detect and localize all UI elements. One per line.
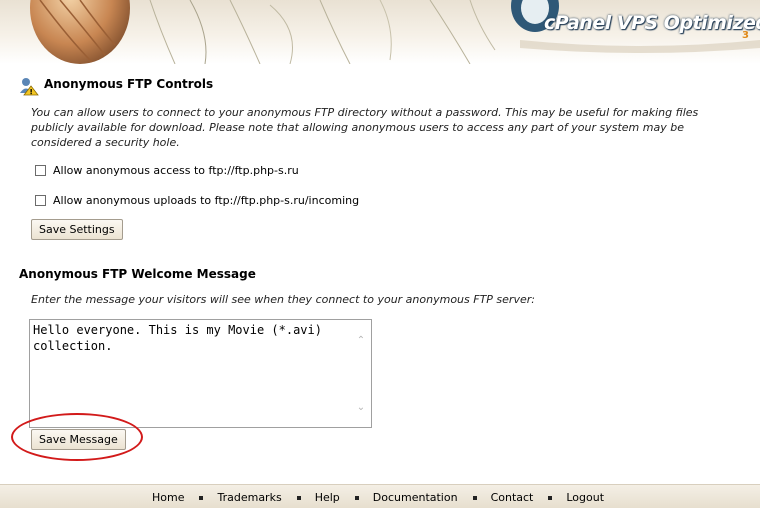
scroll-up-icon[interactable]: ⌃ [355,336,367,346]
anonymous-access-checkbox[interactable] [35,165,46,176]
anonymous-access-label: Allow anonymous access to ftp://ftp.php-… [53,164,299,177]
footer-separator [548,495,553,500]
brand-logo-text: cPanel VPS Optimized [544,12,760,34]
anonymous-uploads-checkbox[interactable] [35,195,46,206]
welcome-message-description: Enter the message your visitors will see… [31,293,535,306]
welcome-message-text: Hello everyone. This is my Movie (*.avi)… [33,323,330,353]
footer-bar: Home Trademarks Help Documentation Conta… [0,484,760,508]
welcome-message-title: Anonymous FTP Welcome Message [19,267,256,281]
footer-separator [472,495,477,500]
ftp-controls-title: Anonymous FTP Controls [44,77,214,91]
footer-link-documentation[interactable]: Documentation [373,491,458,504]
page-header: cPanel VPS Optimized 3 [0,0,760,64]
footer-link-trademarks[interactable]: Trademarks [217,491,281,504]
version-mark: 3 [742,30,749,41]
footer-link-home[interactable]: Home [152,491,184,504]
ftp-user-warning-icon [20,78,39,96]
save-settings-button[interactable]: Save Settings [31,219,123,240]
brand-prefix: cPanel [544,12,611,34]
welcome-message-textarea[interactable]: Hello everyone. This is my Movie (*.avi)… [29,319,372,428]
footer-link-logout[interactable]: Logout [566,491,604,504]
footer-separator [354,495,359,500]
footer-separator [296,495,301,500]
highlight-annotation [11,413,143,461]
anonymous-access-option[interactable]: Allow anonymous access to ftp://ftp.php-… [35,164,299,177]
brand-suffix: VPS Optimized [616,12,760,34]
footer-separator [199,495,204,500]
ftp-controls-description: You can allow users to connect to your a… [31,106,699,149]
anonymous-uploads-option[interactable]: Allow anonymous uploads to ftp://ftp.php… [35,194,359,207]
footer-link-help[interactable]: Help [315,491,340,504]
footer-link-contact[interactable]: Contact [491,491,534,504]
scroll-down-icon[interactable]: ⌄ [355,403,367,413]
anonymous-uploads-label: Allow anonymous uploads to ftp://ftp.php… [53,194,360,207]
footer-nav: Home Trademarks Help Documentation Conta… [152,491,604,504]
